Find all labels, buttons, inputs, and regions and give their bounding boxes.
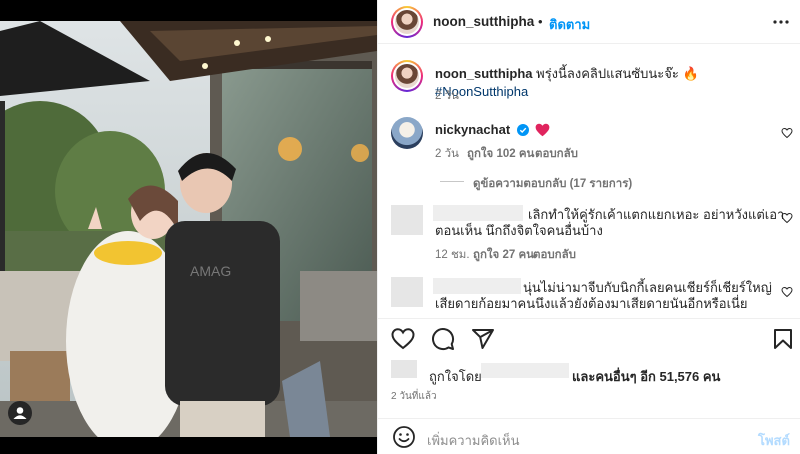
comment-username-redacted[interactable] — [433, 278, 521, 294]
reply-button[interactable]: ตอบกลับ — [533, 246, 576, 264]
photo-pane: AMAG — [0, 0, 377, 454]
comment-input[interactable]: เพิ่มความคิดเห็น — [427, 430, 520, 451]
comment-text-line2: ตอนเห็น นึกถึงจิตใจคนอื่นบ้าง — [435, 223, 603, 238]
caption-avatar[interactable] — [391, 60, 423, 92]
red-heart-emoji — [536, 123, 550, 137]
bookmark-icon[interactable] — [771, 327, 795, 351]
comment-avatar-redacted[interactable] — [391, 205, 423, 235]
heart-icon[interactable] — [391, 327, 415, 351]
emoji-icon[interactable] — [392, 425, 416, 449]
comment-avatar-nickynachat[interactable] — [391, 117, 423, 149]
comment-avatar-redacted[interactable] — [391, 277, 423, 307]
post-photo[interactable]: AMAG — [0, 21, 377, 437]
comment-username[interactable]: nickynachat — [435, 122, 510, 137]
likes-prefix: ถูกใจโดย — [429, 369, 482, 384]
post-comment-button[interactable]: โพสต์ — [758, 430, 790, 451]
post-photo-illustration: AMAG — [0, 21, 377, 437]
reply-button[interactable]: ตอบกลับ — [535, 145, 578, 163]
comment-like-icon[interactable] — [781, 127, 793, 139]
instagram-post-modal: AMAG noon_sutthipha • ติดตาม noon_sutthi… — [0, 0, 800, 454]
comment-like-icon[interactable] — [781, 286, 793, 298]
caption-text: พรุ่งนี้ลงคลิปแสนซับนะจ๊ะ 🔥 — [536, 66, 699, 81]
post-side-panel: noon_sutthipha • ติดตาม noon_sutthipha พ… — [377, 0, 800, 454]
user-tag-icon[interactable] — [8, 401, 32, 425]
svg-text:AMAG: AMAG — [190, 263, 231, 279]
separator-dot: • — [538, 14, 543, 29]
comment-text-line2: เสียดายก้อยมาคนนึงแล้วยังต้องมาเสียดายนั… — [435, 296, 748, 311]
post-date: 2 วันที่แล้ว — [391, 391, 437, 402]
view-replies-link[interactable]: ดูข้อความตอบกลับ (17 รายการ) — [473, 175, 632, 193]
replies-divider — [440, 181, 464, 182]
caption-text-row: noon_sutthipha พรุ่งนี้ลงคลิปแสนซับนะจ๊ะ… — [435, 65, 790, 101]
author-username[interactable]: noon_sutthipha — [433, 14, 534, 29]
comment-composer: เพิ่มความคิดเห็น โพสต์ — [378, 418, 800, 454]
comment-icon[interactable] — [431, 327, 455, 351]
comment-time: 12 ชม. — [435, 249, 470, 261]
post-actions-bar — [378, 318, 800, 358]
share-icon[interactable] — [471, 327, 495, 351]
comment-username-redacted[interactable] — [433, 205, 523, 221]
comment-like-icon[interactable] — [781, 212, 793, 224]
post-header: noon_sutthipha • ติดตาม — [378, 0, 800, 44]
verified-icon — [516, 124, 529, 136]
comment-time: 2 วัน — [435, 148, 459, 160]
more-options-icon[interactable] — [773, 10, 789, 39]
liker-username-redacted[interactable] — [481, 363, 569, 378]
caption-time: 2 วัน — [435, 90, 459, 102]
liker-avatar-redacted[interactable] — [391, 360, 417, 378]
comments-list: noon_sutthipha พรุ่งนี้ลงคลิปแสนซับนะจ๊ะ… — [378, 45, 800, 313]
caption-username[interactable]: noon_sutthipha — [435, 66, 533, 81]
comment-likes[interactable]: ถูกใจ 102 คน — [467, 145, 534, 163]
comment-likes[interactable]: ถูกใจ 27 คน — [473, 246, 534, 264]
author-avatar[interactable] — [391, 6, 423, 38]
follow-button[interactable]: ติดตาม — [549, 14, 590, 35]
likes-count[interactable]: และคนอื่นๆ อีก 51,576 คน — [572, 366, 720, 387]
comment-author-row: nickynachat — [435, 121, 550, 139]
